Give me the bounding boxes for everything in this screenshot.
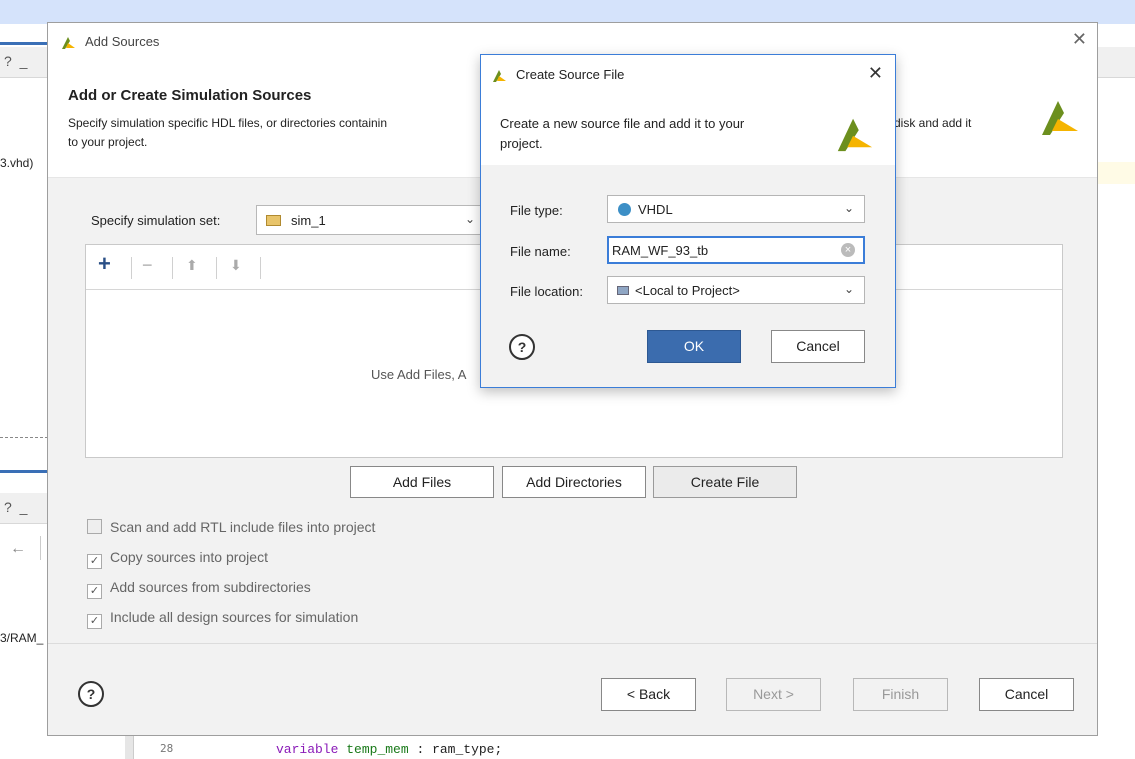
- ok-button[interactable]: OK: [647, 330, 741, 363]
- ide-right-panel-header: [1098, 47, 1135, 78]
- option-scan-rtl-include[interactable]: Scan and add RTL include files into proj…: [87, 519, 375, 535]
- file-type-select[interactable]: VHDL ⌄: [607, 195, 865, 223]
- remove-icon[interactable]: −: [142, 255, 153, 276]
- vivado-logo-icon: [1042, 101, 1078, 135]
- page-description-continued: n disk and add it: [884, 116, 972, 130]
- option-copy-sources[interactable]: ✓ Copy sources into project: [87, 549, 268, 569]
- back-button[interactable]: < Back: [601, 678, 696, 711]
- close-icon[interactable]: ✕: [1072, 29, 1087, 50]
- file-type-label: File type:: [510, 203, 563, 218]
- next-button[interactable]: Next >: [726, 678, 821, 711]
- help-icon[interactable]: ?: [509, 334, 535, 360]
- dialog-title-bar[interactable]: Create Source File ✕: [481, 55, 895, 93]
- folder-icon: [266, 215, 281, 226]
- panel-help-minimize-icons[interactable]: ? _: [4, 499, 29, 515]
- toolbar-separator: [216, 257, 217, 279]
- create-source-file-dialog: Create Source File ✕ Create a new source…: [480, 54, 896, 388]
- simulation-set-value: sim_1: [291, 213, 326, 228]
- ide-file-label: 3/RAM_: [0, 631, 44, 645]
- code-gutter: [125, 736, 134, 759]
- folder-icon: [617, 286, 629, 295]
- dialog-title: Add Sources: [85, 34, 160, 49]
- ide-title-bar: [0, 0, 1135, 24]
- ide-divider: [0, 437, 48, 438]
- page-description-line2: to your project.: [68, 135, 148, 149]
- dialog-title: Create Source File: [516, 67, 625, 82]
- file-name-label: File name:: [510, 244, 571, 259]
- file-location-select[interactable]: <Local to Project> ⌄: [607, 276, 865, 304]
- option-include-design-sources[interactable]: ✓ Include all design sources for simulati…: [87, 609, 358, 629]
- file-location-value: <Local to Project>: [635, 283, 740, 298]
- panel-active-indicator: [0, 42, 48, 45]
- chevron-down-icon: ⌄: [843, 201, 854, 215]
- finish-button[interactable]: Finish: [853, 678, 948, 711]
- code-text: : ram_type;: [416, 742, 503, 757]
- dialog-description: Create a new source file and add it to y…: [500, 116, 745, 131]
- checkbox-checked: ✓: [87, 554, 102, 569]
- ide-file-label: 3.vhd): [0, 156, 34, 170]
- checkbox-checked: ✓: [87, 584, 102, 599]
- empty-list-hint: Use Add Files, A: [371, 367, 467, 382]
- move-up-icon[interactable]: ⬆: [186, 257, 198, 274]
- vhdl-icon: [618, 203, 631, 216]
- clear-icon[interactable]: ×: [841, 243, 855, 257]
- help-icon[interactable]: ?: [78, 681, 104, 707]
- toolbar-separator: [260, 257, 261, 279]
- file-name-value: RAM_WF_93_tb: [612, 243, 709, 258]
- line-number: 28: [160, 742, 174, 755]
- code-keyword: variable: [276, 742, 339, 757]
- ide-left-panel-header: ? _: [0, 493, 48, 524]
- footer-divider: [48, 643, 1097, 644]
- vivado-logo-icon: [837, 118, 873, 152]
- cancel-button[interactable]: Cancel: [771, 330, 865, 363]
- dialog-description-line2: project.: [500, 136, 543, 151]
- panel-active-indicator: [0, 470, 48, 473]
- option-label: Add sources from subdirectories: [110, 579, 311, 595]
- chevron-down-icon: ⌄: [843, 282, 854, 296]
- option-label: Copy sources into project: [110, 549, 268, 565]
- vivado-logo-icon: [62, 37, 75, 49]
- code-line[interactable]: variable temp_mem : ram_type;: [276, 742, 502, 757]
- add-files-button[interactable]: Add Files: [350, 466, 494, 498]
- checkbox-checked: ✓: [87, 614, 102, 629]
- code-editor[interactable]: [112, 736, 1135, 759]
- add-directories-button[interactable]: Add Directories: [502, 466, 646, 498]
- checkbox: [87, 519, 102, 534]
- vivado-logo-icon: [493, 70, 506, 82]
- chevron-down-icon: ⌄: [464, 212, 475, 226]
- option-label: Include all design sources for simulatio…: [110, 609, 359, 625]
- panel-help-minimize-icons[interactable]: ? _: [4, 53, 29, 69]
- code-identifier: temp_mem: [346, 742, 409, 757]
- back-arrow-icon[interactable]: ←: [10, 540, 26, 558]
- toolbar-separator: [172, 257, 173, 279]
- simulation-set-select[interactable]: sim_1 ⌄: [256, 205, 488, 235]
- toolbar-separator: [40, 536, 41, 560]
- cancel-button[interactable]: Cancel: [979, 678, 1074, 711]
- option-label: Scan and add RTL include files into proj…: [110, 519, 376, 535]
- close-icon[interactable]: ✕: [868, 63, 883, 84]
- page-description: Specify simulation specific HDL files, o…: [68, 116, 388, 130]
- file-name-input[interactable]: RAM_WF_93_tb ×: [607, 236, 865, 264]
- simulation-set-label: Specify simulation set:: [91, 213, 221, 228]
- create-file-button[interactable]: Create File: [653, 466, 797, 498]
- ide-left-panel-header: ? _: [0, 47, 48, 78]
- toolbar-separator: [131, 257, 132, 279]
- add-icon[interactable]: +: [98, 251, 111, 277]
- file-location-label: File location:: [510, 284, 583, 299]
- option-add-subdirectories[interactable]: ✓ Add sources from subdirectories: [87, 579, 311, 599]
- move-down-icon[interactable]: ⬇: [230, 257, 242, 274]
- page-heading: Add or Create Simulation Sources: [68, 87, 312, 104]
- ide-highlight-line: [1098, 162, 1135, 184]
- file-type-value: VHDL: [638, 202, 673, 217]
